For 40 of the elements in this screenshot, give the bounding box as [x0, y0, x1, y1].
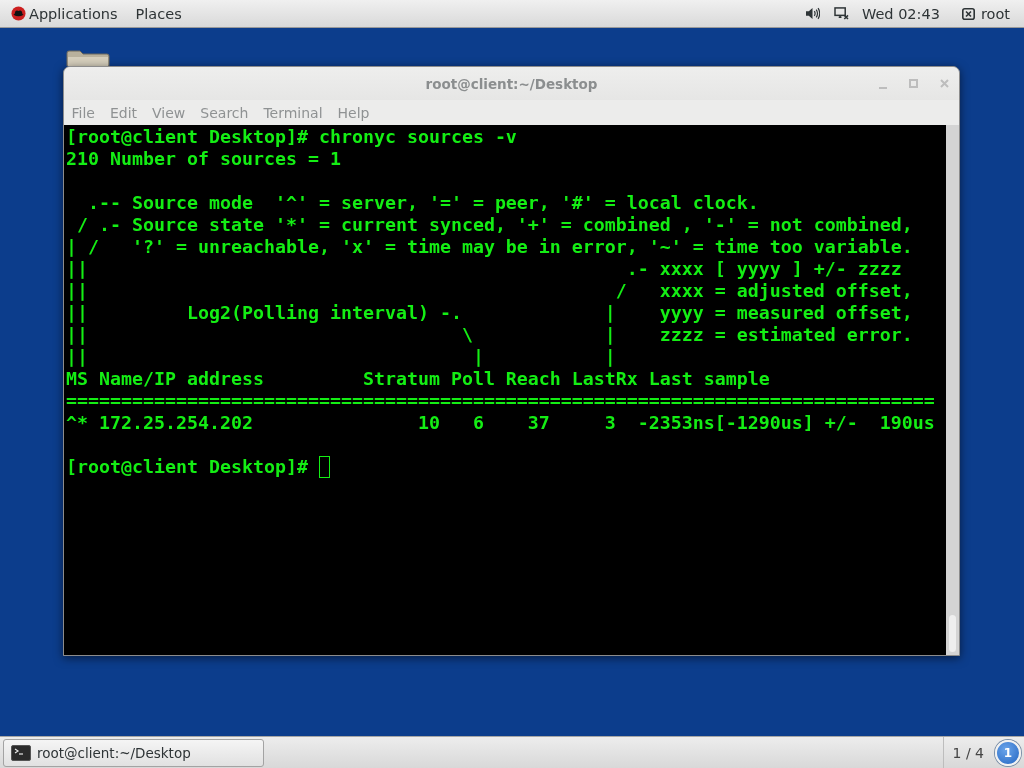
- terminal-line: || | |: [66, 346, 616, 368]
- cursor-icon: [318, 456, 330, 478]
- terminal-line: ^* 172.25.254.202 10 6 37 3 -2353ns[-1290us] +/- 190us: [66, 412, 935, 434]
- terminal-line: [root@client Desktop]# chronyc sources -v: [66, 126, 517, 148]
- terminal-line: / .- Source state '*' = current synced, '+' = combined , '-' = not combined,: [76, 214, 913, 236]
- monitor-x-icon[interactable]: [833, 7, 849, 20]
- scrollbar-thumb[interactable]: [949, 615, 956, 652]
- top-menu[interactable]: Places: [131, 0, 186, 27]
- menu-item[interactable]: Help: [330, 101, 377, 124]
- menu-item[interactable]: File: [64, 101, 103, 124]
- top-menu[interactable]: Applications: [7, 0, 122, 27]
- notification-counter[interactable]: 1: [995, 739, 1021, 766]
- minimize-icon: [878, 86, 887, 89]
- hat-icon: [11, 6, 26, 21]
- workspace-switcher[interactable]: 1 / 4: [942, 737, 994, 768]
- user-menu[interactable]: root: [961, 0, 1010, 27]
- terminal-line: | / '?' = unreachable, 'x' = time may be in error, '~' = time too variable.: [66, 236, 913, 258]
- menu-item[interactable]: View: [144, 101, 193, 124]
- terminal-line: MS Name/IP address Stratum Poll Reach LastRx Last sample: [66, 368, 770, 390]
- window-title: root@client:~/Desktop: [425, 75, 598, 92]
- speaker-icon[interactable]: [804, 7, 820, 20]
- clock[interactable]: Wed 02:43: [859, 0, 942, 27]
- menu-item[interactable]: Terminal: [255, 101, 331, 124]
- folder-icon[interactable]: [66, 50, 110, 66]
- menu-item[interactable]: Edit: [102, 101, 145, 124]
- close-icon: [940, 79, 949, 88]
- crossed-box-icon: [961, 7, 975, 20]
- terminal-line: .-- Source mode '^' = server, '=' = peer, '#' = local clock.: [87, 192, 759, 214]
- maximize-icon: [909, 79, 918, 88]
- terminal-prompt: [root@client Desktop]#: [66, 456, 308, 478]
- menu-item[interactable]: Search: [192, 101, 256, 124]
- taskbar-window-button[interactable]: root@client:~/Desktop: [3, 738, 264, 767]
- terminal-line: || / xxxx = adjusted offset,: [66, 280, 913, 302]
- terminal-icon: [11, 744, 31, 761]
- terminal-line: ===============================================================================: [66, 390, 935, 412]
- terminal-line: || Log2(Polling interval) -. | yyyy = measured offset,: [66, 302, 913, 324]
- terminal-line: 210 Number of sources = 1: [66, 148, 341, 170]
- terminal-line: || \ | zzzz = estimated error.: [66, 324, 913, 346]
- scrollbar[interactable]: [946, 125, 959, 655]
- terminal-line: || .- xxxx [ yyyy ] +/- zzzz: [66, 258, 902, 280]
